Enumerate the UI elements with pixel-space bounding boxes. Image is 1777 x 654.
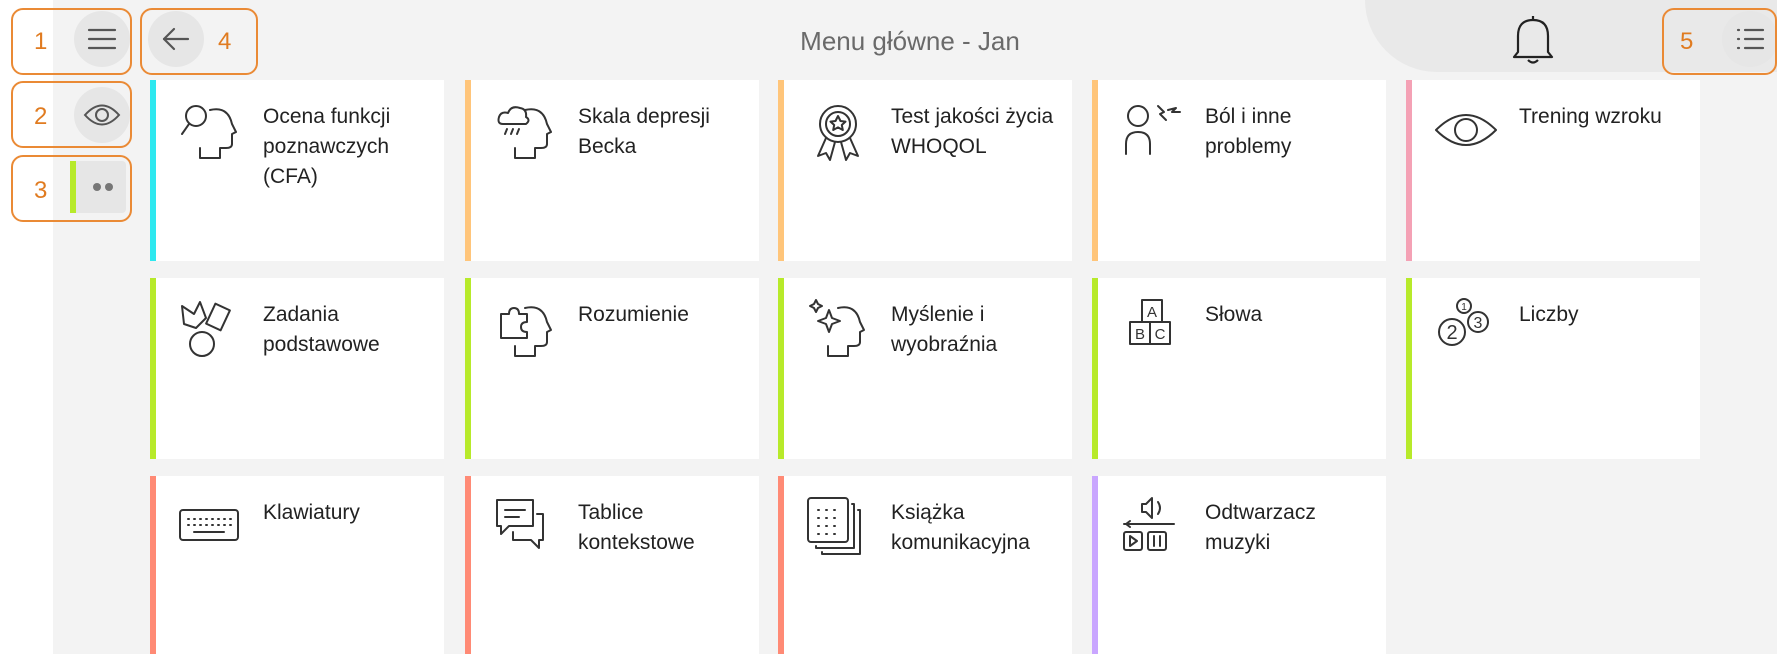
callout-box: [11, 81, 132, 148]
head-magnifier-icon: [176, 96, 244, 164]
music-player-icon: [1118, 492, 1186, 560]
menu-tile-label: Ocena funkcji poznawczych (CFA): [263, 105, 391, 188]
menu-tile-label: Książka komunikacyjna: [891, 501, 1030, 554]
callout-box: [140, 8, 258, 75]
svg-text:3: 3: [1474, 315, 1483, 332]
chat-bubbles-icon: [491, 492, 559, 560]
callout-number: 3: [34, 177, 48, 204]
menu-tile-label: Ból i inne problemy: [1205, 105, 1292, 158]
menu-tile[interactable]: Zadania podstawowe: [150, 278, 444, 459]
svg-text:C: C: [1155, 326, 1166, 343]
menu-tile-label: Liczby: [1519, 303, 1579, 326]
callout-box: [11, 8, 132, 75]
menu-tile[interactable]: Odtwarzacz muzyki: [1092, 476, 1386, 654]
menu-tile[interactable]: Test jakości życia WHOQOL: [778, 80, 1072, 261]
callout-box: [11, 155, 132, 222]
svg-text:1: 1: [1461, 302, 1467, 313]
menu-tile-label: Tablice kontekstowe: [578, 501, 695, 554]
menu-tile[interactable]: Tablice kontekstowe: [465, 476, 759, 654]
menu-tile[interactable]: A B C Słowa: [1092, 278, 1386, 459]
menu-tile-label: Trening wzroku: [1519, 105, 1662, 128]
menu-tile[interactable]: Ból i inne problemy: [1092, 80, 1386, 261]
menu-tile[interactable]: Myślenie i wyobraźnia: [778, 278, 1072, 459]
menu-tile-label: Rozumienie: [578, 303, 689, 326]
menu-tile-label: Słowa: [1205, 303, 1263, 326]
award-ribbon-icon: [804, 96, 872, 164]
callout-number: 1: [34, 28, 48, 55]
keyboard-icon: [176, 492, 244, 560]
svg-text:A: A: [1147, 304, 1157, 321]
menu-tile[interactable]: Klawiatury: [150, 476, 444, 654]
menu-tile-label: Klawiatury: [263, 501, 360, 524]
page-title: Menu główne - Jan: [800, 26, 1020, 56]
abc-blocks-icon: ABC: [1118, 294, 1186, 362]
menu-tile[interactable]: Książka komunikacyjna: [778, 476, 1072, 654]
menu-tile[interactable]: Rozumienie: [465, 278, 759, 459]
menu-tile[interactable]: Skala depresji Becka: [465, 80, 759, 261]
menu-tile[interactable]: Trening wzroku: [1406, 80, 1700, 261]
callout-number: 4: [218, 28, 232, 55]
head-puzzle-icon: [491, 294, 559, 362]
head-raincloud-icon: [491, 96, 559, 164]
svg-text:2: 2: [1446, 322, 1457, 344]
callout-number: 2: [34, 103, 48, 130]
eye-icon: [1432, 96, 1500, 164]
book-grid-icon: [804, 492, 872, 560]
numbers-icon: 123: [1432, 294, 1500, 362]
menu-tile[interactable]: 1 2 3 Liczby: [1406, 278, 1700, 459]
menu-tile[interactable]: Ocena funkcji poznawczych (CFA): [150, 80, 444, 261]
menu-tile-label: Test jakości życia WHOQOL: [891, 105, 1054, 158]
callout-number: 5: [1680, 28, 1694, 55]
head-sparkle-icon: [804, 294, 872, 362]
bell-icon[interactable]: [1508, 14, 1558, 66]
svg-text:B: B: [1135, 326, 1145, 343]
menu-tile-label: Odtwarzacz muzyki: [1205, 501, 1316, 554]
person-pain-icon: [1118, 96, 1186, 164]
menu-tile-label: Skala depresji Becka: [578, 105, 710, 158]
menu-tile-label: Zadania podstawowe: [263, 303, 380, 356]
menu-tile-label: Myślenie i wyobraźnia: [891, 303, 998, 356]
shapes-icon: [176, 294, 244, 362]
